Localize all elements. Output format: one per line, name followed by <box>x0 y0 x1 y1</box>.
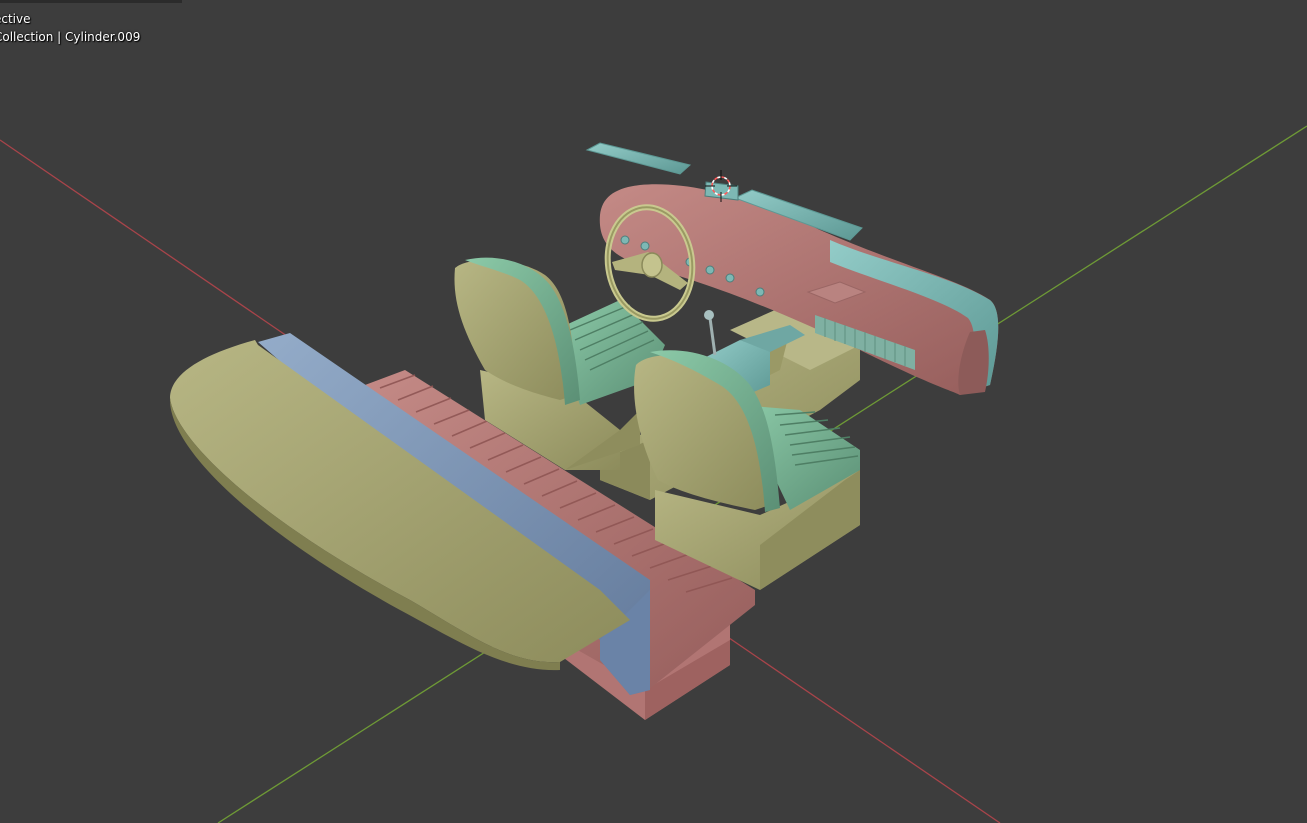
sun-visor-left[interactable] <box>585 142 692 175</box>
3d-viewport[interactable]: ective Collection | Cylinder.009 <box>0 0 1307 823</box>
view-mode-label: ective <box>0 12 31 26</box>
scene-render[interactable] <box>0 0 1307 823</box>
active-object-label: Collection | Cylinder.009 <box>0 30 141 44</box>
